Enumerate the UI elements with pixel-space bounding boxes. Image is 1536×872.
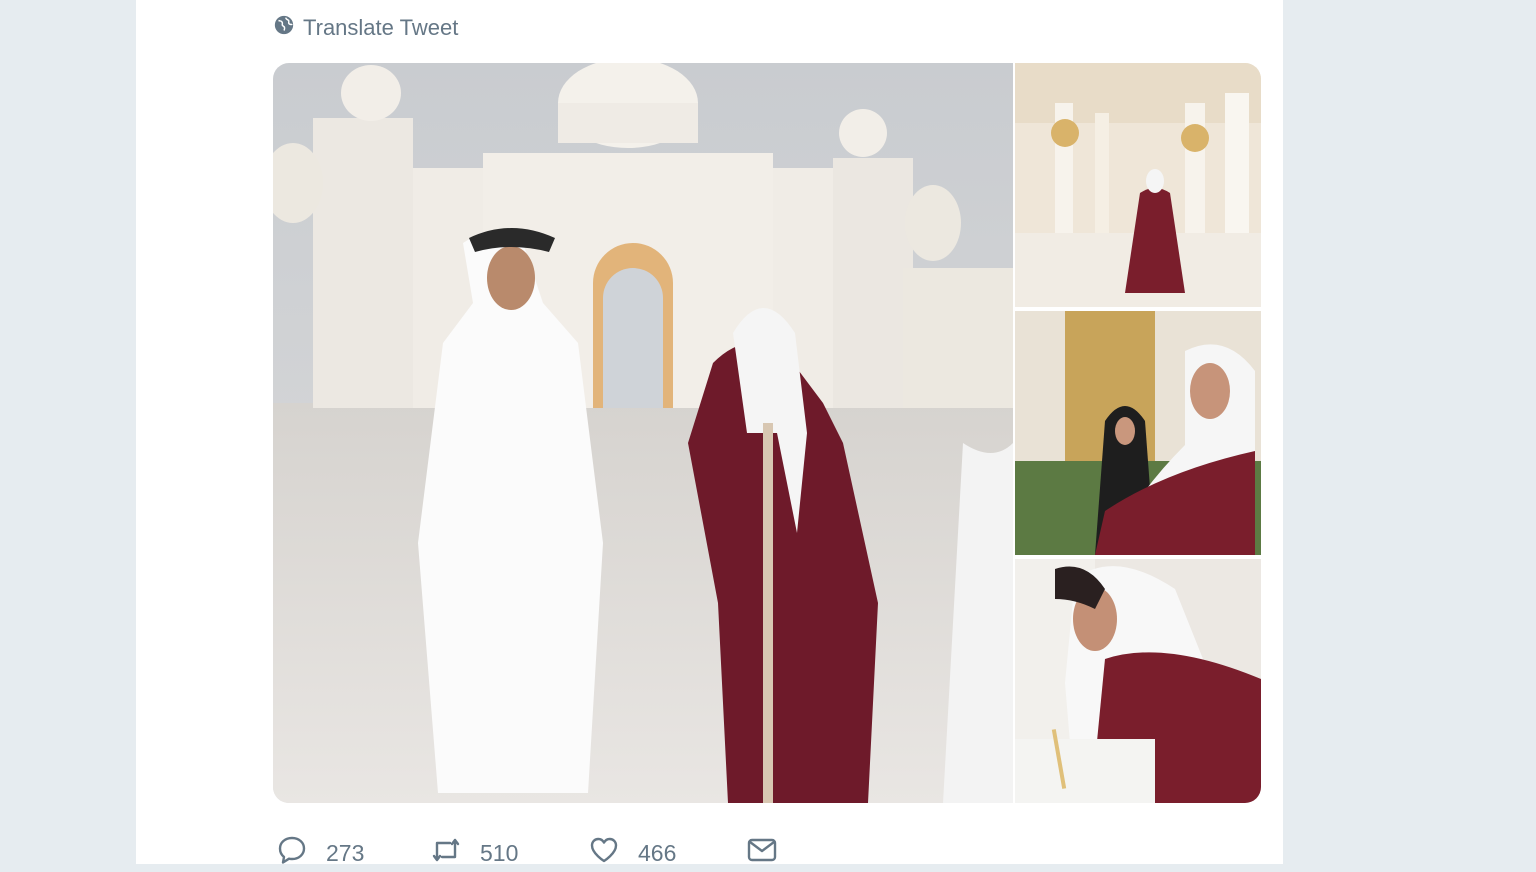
like-count: 466 [638,839,677,866]
tweet-photo-main[interactable] [273,63,1013,803]
retweet-count: 510 [480,839,519,866]
tweet-photo-3[interactable] [1015,311,1261,555]
envelope-icon [746,834,778,872]
reply-icon [276,834,308,872]
reply-button[interactable]: 273 [276,834,364,872]
tweet-photo-2[interactable] [1015,63,1261,307]
heart-icon [588,834,620,872]
like-button[interactable]: 466 [588,834,676,872]
tweet-photo-4[interactable] [1015,559,1261,803]
globe-icon [273,14,295,42]
translate-tweet-link[interactable]: Translate Tweet [273,14,458,42]
direct-message-button[interactable] [746,834,778,872]
retweet-icon [430,834,462,872]
translate-tweet-label: Translate Tweet [303,15,459,40]
tweet-media-grid [273,63,1261,803]
retweet-button[interactable]: 510 [430,834,518,872]
tweet-actions: 273 510 466 [0,830,1536,866]
reply-count: 273 [326,839,365,866]
